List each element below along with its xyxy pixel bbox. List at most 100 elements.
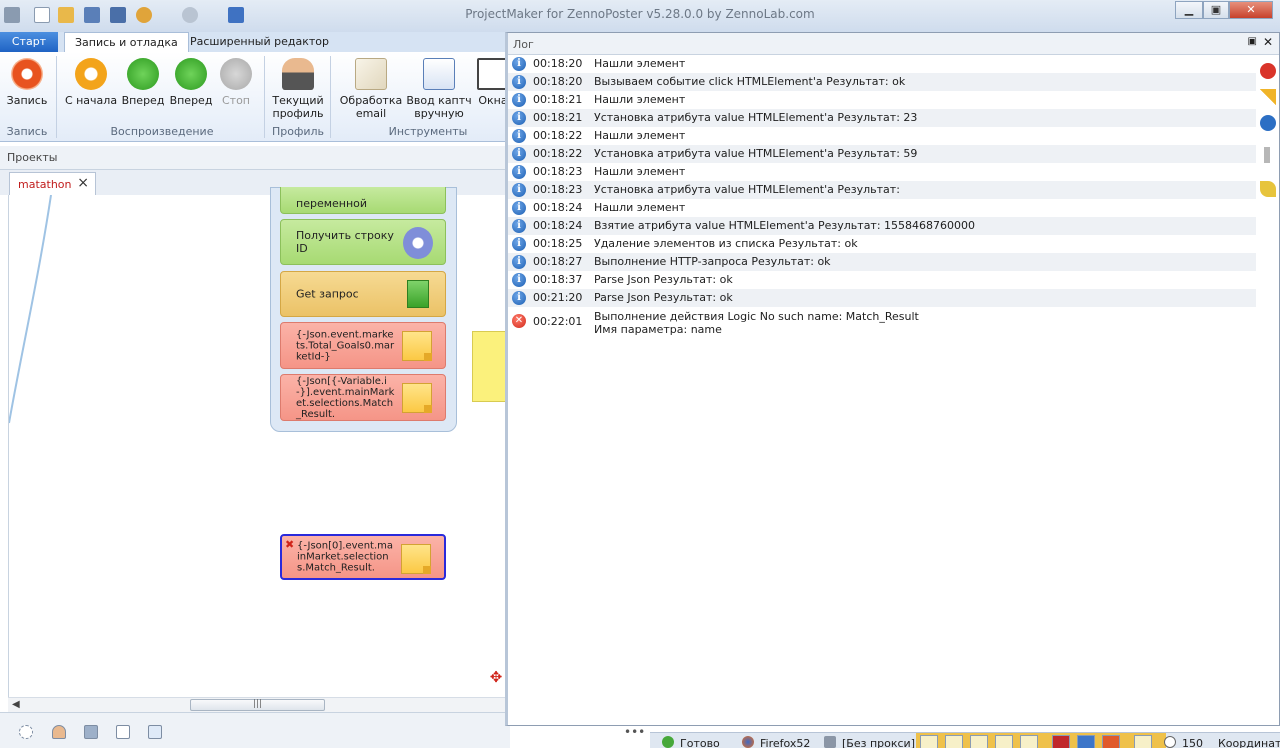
status-proxy[interactable]: [Без прокси] bbox=[842, 737, 915, 748]
log-time: 00:18:20 bbox=[533, 75, 583, 88]
tab-matathon[interactable]: matathon × bbox=[9, 172, 96, 195]
forward-button[interactable]: Вперед bbox=[120, 58, 166, 107]
tray-icon-2[interactable] bbox=[945, 735, 963, 748]
log-row[interactable]: i 00:18:37 Parse Json Результат: ok bbox=[508, 271, 1256, 289]
projects-panel-header: Проекты bbox=[0, 146, 510, 170]
close-log-icon[interactable]: ✕ bbox=[1263, 35, 1273, 49]
list-icon[interactable] bbox=[116, 725, 130, 739]
settings-icon[interactable] bbox=[19, 725, 33, 739]
info-icon: i bbox=[512, 255, 526, 269]
tab-start[interactable]: Старт bbox=[0, 32, 58, 52]
log-row[interactable]: i 00:18:20 Вызываем событие click HTMLElem… bbox=[508, 73, 1256, 91]
info-icon: i bbox=[512, 201, 526, 215]
info-filter-icon[interactable] bbox=[1260, 115, 1276, 131]
warning-filter-icon[interactable] bbox=[1260, 89, 1276, 105]
log-row[interactable]: i 00:18:21 Установка атрибута value HTMLEl… bbox=[508, 109, 1256, 127]
log-row[interactable]: i 00:18:27 Выполнение HTTP-запроса Результ… bbox=[508, 253, 1256, 271]
separator bbox=[330, 56, 331, 138]
email-processing-button[interactable]: Обработка email bbox=[338, 58, 404, 120]
status-browser[interactable]: Firefox52 bbox=[760, 737, 810, 748]
log-row[interactable]: i 00:18:22 Установка атрибута value HTMLEl… bbox=[508, 145, 1256, 163]
window-title: ProjectMaker for ZennoPoster v5.28.0.0 b… bbox=[465, 7, 815, 21]
tray-icon-3[interactable] bbox=[970, 735, 988, 748]
log-time: 00:18:21 bbox=[533, 93, 583, 106]
toolbar-tray bbox=[916, 733, 1166, 748]
clock-icon bbox=[1164, 736, 1176, 748]
error-icon: ✕ bbox=[512, 314, 526, 328]
log-row[interactable]: i 00:18:20 Нашли элемент bbox=[508, 55, 1256, 73]
tray-icon-4[interactable] bbox=[995, 735, 1013, 748]
image-icon[interactable] bbox=[84, 725, 98, 739]
move-icon[interactable]: ✥ bbox=[488, 669, 504, 685]
action-block-get-string[interactable]: Получить строку ID bbox=[280, 219, 446, 265]
log-time: 00:18:21 bbox=[533, 111, 583, 124]
log-list: i 00:18:20 Нашли элемент i 00:18:20 Вызываем … bbox=[508, 55, 1256, 337]
log-row[interactable]: i 00:21:20 Parse Json Результат: ok bbox=[508, 289, 1256, 307]
from-start-button[interactable]: С начала bbox=[62, 58, 120, 107]
maximize-log-icon[interactable]: ▣ bbox=[1248, 36, 1257, 47]
action-block-json-markets[interactable]: {-Json.event.markets.Total_Goals0.market… bbox=[280, 322, 446, 369]
info-icon: i bbox=[512, 93, 526, 107]
action-block-json-variable[interactable]: {-Json[{-Variable.i-}].event.mainMarket.… bbox=[280, 374, 446, 421]
close-tab-icon[interactable]: × bbox=[77, 175, 89, 191]
maximize-button[interactable]: ▣ bbox=[1203, 1, 1229, 19]
clear-log-icon[interactable] bbox=[1260, 181, 1276, 197]
action-block-json-selected[interactable]: ✖ {-Json[0].event.mainMarket.selections.… bbox=[280, 534, 446, 580]
action-block-variable[interactable]: переменной bbox=[280, 187, 446, 214]
scroll-thumb[interactable]: ||| bbox=[190, 699, 325, 711]
current-profile-button[interactable]: Текущий профиль bbox=[270, 58, 326, 120]
tray-icon-7[interactable] bbox=[1077, 735, 1095, 748]
scroll-lock-icon[interactable] bbox=[1264, 147, 1270, 163]
minimize-button[interactable]: ▁ bbox=[1175, 1, 1203, 19]
tray-icon-9[interactable] bbox=[1134, 735, 1152, 748]
record-button[interactable]: Запись bbox=[4, 58, 50, 107]
info-icon: i bbox=[512, 129, 526, 143]
error-filter-icon[interactable] bbox=[1260, 63, 1276, 79]
canvas-horizontal-scrollbar[interactable]: ◀ ||| bbox=[8, 697, 510, 712]
stop-icon bbox=[220, 58, 252, 90]
action-block-get-request[interactable]: Get запрос bbox=[280, 271, 446, 317]
status-count: 150 bbox=[1182, 737, 1203, 748]
log-time: 00:18:25 bbox=[533, 237, 583, 250]
refresh-icon bbox=[75, 58, 107, 90]
log-message: Установка атрибута value HTMLElement'a Р… bbox=[594, 111, 918, 124]
error-message-line1: Выполнение действия Logic No such name: … bbox=[594, 310, 919, 323]
log-message: Parse Json Результат: ok bbox=[594, 291, 733, 304]
tray-icon-5[interactable] bbox=[1020, 735, 1038, 748]
record-icon bbox=[11, 58, 43, 90]
close-button[interactable]: ✕ bbox=[1229, 1, 1273, 19]
note-icon bbox=[402, 331, 432, 361]
tray-icon-1[interactable] bbox=[920, 735, 938, 748]
scroll-left-icon[interactable]: ◀ bbox=[12, 699, 20, 710]
tab-record-debug[interactable]: Запись и отладка bbox=[64, 32, 189, 52]
sticky-note[interactable] bbox=[472, 331, 508, 402]
log-row[interactable]: i 00:18:25 Удаление элементов из списка Ре… bbox=[508, 235, 1256, 253]
log-message: Нашли элемент bbox=[594, 57, 686, 70]
stop-button[interactable]: Стоп bbox=[214, 58, 258, 107]
gear-icon bbox=[403, 227, 433, 259]
log-row[interactable]: i 00:18:22 Нашли элемент bbox=[508, 127, 1256, 145]
user-icon[interactable] bbox=[52, 725, 66, 739]
ribbon-tabs: Старт Запись и отладка Расширенный редак… bbox=[0, 32, 510, 52]
log-time: 00:18:37 bbox=[533, 273, 583, 286]
log-row-error[interactable]: ✕ 00:22:01 Выполнение действия Logic No su… bbox=[508, 307, 1256, 337]
forward-step-button[interactable]: Вперед bbox=[168, 58, 214, 107]
captcha-manual-button[interactable]: Ввод каптч вручную bbox=[406, 58, 472, 120]
log-time: 00:18:22 bbox=[533, 147, 583, 160]
status-coordinates: Координаты м bbox=[1218, 737, 1280, 748]
download-icon bbox=[407, 280, 429, 308]
log-message: Установка атрибута value HTMLElement'a Р… bbox=[594, 147, 918, 160]
log-row[interactable]: i 00:18:23 Нашли элемент bbox=[508, 163, 1256, 181]
log-row[interactable]: i 00:18:23 Установка атрибута value HTMLEl… bbox=[508, 181, 1256, 199]
more-icon[interactable]: ••• bbox=[624, 725, 645, 739]
tray-icon-8[interactable] bbox=[1102, 735, 1120, 748]
log-message: Нашли элемент bbox=[594, 165, 686, 178]
log-row[interactable]: i 00:18:21 Нашли элемент bbox=[508, 91, 1256, 109]
table-icon[interactable] bbox=[148, 725, 162, 739]
proxy-icon bbox=[824, 736, 836, 748]
log-row[interactable]: i 00:18:24 Взятие атрибута value HTMLEleme… bbox=[508, 217, 1256, 235]
tab-advanced-editor[interactable]: Расширенный редактор bbox=[180, 32, 339, 52]
tray-icon-6[interactable] bbox=[1052, 735, 1070, 748]
info-icon: i bbox=[512, 57, 526, 71]
log-row[interactable]: i 00:18:24 Нашли элемент bbox=[508, 199, 1256, 217]
